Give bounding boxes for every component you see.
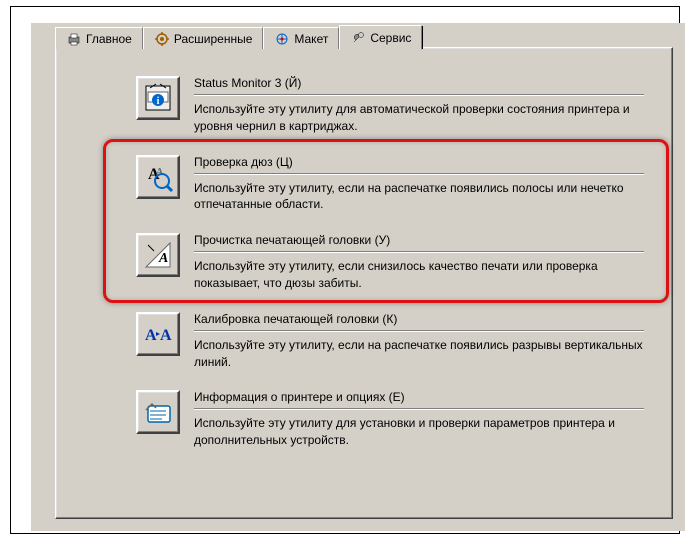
svg-text:A: A <box>158 251 168 266</box>
tab-label: Главное <box>86 32 132 46</box>
svg-text:i: i <box>157 96 160 107</box>
head-alignment-button[interactable]: AA <box>136 312 180 356</box>
utility-title: Проверка дюз (Ц) <box>194 155 644 174</box>
utility-head-alignment: AA Калибровка печатающей головки (К) Исп… <box>136 312 644 371</box>
printer-info-button[interactable] <box>136 390 180 434</box>
svg-text:A: A <box>145 327 157 344</box>
monitor-icon: i <box>142 82 174 114</box>
tab-label: Макет <box>294 32 328 46</box>
utility-head-cleaning: A Прочистка печатающей головки (У) Испол… <box>136 233 644 292</box>
status-monitor-button[interactable]: i <box>136 76 180 120</box>
cleaning-icon: A <box>142 239 174 271</box>
tab-label: Сервис <box>370 31 411 45</box>
utility-title: Status Monitor 3 (Й) <box>194 76 644 95</box>
utility-printer-info: Информация о принтере и опциях (Е) Испол… <box>136 390 644 449</box>
utility-title: Прочистка печатающей головки (У) <box>194 233 644 252</box>
utility-desc: Используйте эту утилиту для установки и … <box>194 415 644 449</box>
wrench-icon <box>350 30 366 46</box>
nozzle-icon: AA <box>142 161 174 193</box>
info-icon <box>142 396 174 428</box>
layout-icon <box>274 31 290 47</box>
tab-body: i Status Monitor 3 (Й) Используйте эту у… <box>55 47 673 519</box>
utility-desc: Используйте эту утилиту для автоматическ… <box>194 101 644 135</box>
tools-icon <box>154 31 170 47</box>
utility-title: Информация о принтере и опциях (Е) <box>194 390 644 409</box>
tab-service[interactable]: Сервис <box>339 25 422 50</box>
panel-area: Главное Расширенные Макет Сервис <box>31 23 685 531</box>
utility-desc: Используйте эту утилиту, если на распеча… <box>194 337 644 371</box>
align-icon: AA <box>142 318 174 350</box>
tab-layout[interactable]: Макет <box>263 27 339 49</box>
utility-title: Калибровка печатающей головки (К) <box>194 312 644 331</box>
utility-nozzle-check: AA Проверка дюз (Ц) Используйте эту утил… <box>136 155 644 214</box>
utility-list: i Status Monitor 3 (Й) Используйте эту у… <box>56 48 672 479</box>
head-cleaning-button[interactable]: A <box>136 233 180 277</box>
window-frame: Главное Расширенные Макет Сервис <box>10 6 680 534</box>
utility-desc: Используйте эту утилиту, если снизилось … <box>194 258 644 292</box>
printer-icon <box>66 31 82 47</box>
utility-status-monitor: i Status Monitor 3 (Й) Используйте эту у… <box>136 76 644 135</box>
utility-desc: Используйте эту утилиту, если на распеча… <box>194 180 644 214</box>
tab-main[interactable]: Главное <box>55 27 143 49</box>
tab-advanced[interactable]: Расширенные <box>143 27 264 49</box>
svg-text:A: A <box>160 327 172 344</box>
tab-label: Расширенные <box>174 32 253 46</box>
tab-strip: Главное Расширенные Макет Сервис <box>55 23 422 49</box>
nozzle-check-button[interactable]: AA <box>136 155 180 199</box>
